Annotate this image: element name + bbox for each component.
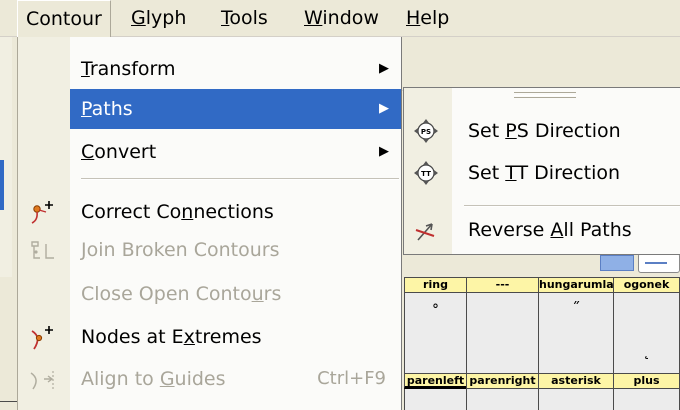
extreme-node-icon [28,323,56,351]
menu-label: Contour [26,8,102,30]
glyph-cell-parenleft[interactable] [404,389,467,410]
menu-tools[interactable]: Tools [213,0,276,37]
menu-separator [81,178,399,180]
submenu-item-label: Set TT Direction [468,162,621,184]
paths-submenu: PS Set PS Direction TT Set TT Direction … [403,87,680,255]
node-plus-icon [28,198,56,226]
menu-item-transform[interactable]: Transform ▶ [18,49,401,89]
window-controls[interactable] [600,253,680,275]
menu-item-join-broken-contours[interactable]: Join Broken Contours [18,230,401,270]
tearoff-handle[interactable] [514,92,576,98]
glyph-cell-ring[interactable]: ˚ [404,293,467,373]
join-contours-icon [28,236,56,264]
glyph-header-hungarumlaut[interactable]: hungarumlaut [538,277,614,293]
menu-item-label: Paths [81,98,133,120]
tt-direction-icon: TT [412,159,440,187]
menu-item-label: Transform [81,58,176,80]
menu-mnemonic: H [406,7,421,29]
submenu-arrow-icon: ▶ [379,144,389,159]
view-toggle-button[interactable] [600,255,634,271]
contour-dropdown-menu: Transform ▶ Paths ▶ Convert ▶ Correct Co… [17,37,402,410]
menu-item-label: Convert [81,141,157,163]
submenu-item-label: Reverse All Paths [468,219,632,241]
menu-item-convert[interactable]: Convert ▶ [18,132,401,172]
submenu-separator [464,205,680,207]
glyph-preview: ˛ [642,341,651,360]
left-panel-selection [0,160,4,210]
glyph-header-ogonek[interactable]: ogonek [613,277,680,293]
zoom-button[interactable] [638,253,680,273]
submenu-item-label: Set PS Direction [468,120,621,142]
menu-item-close-open-contours[interactable]: Close Open Contours [18,274,401,314]
submenu-arrow-icon: ▶ [379,101,389,116]
submenu-item-reverse-all-paths[interactable]: Reverse All Paths [404,210,680,250]
reverse-paths-icon [412,216,440,244]
submenu-arrow-icon: ▶ [379,61,389,76]
menu-item-label: Correct Connections [81,201,274,223]
glyph-preview: ˝ [572,299,580,318]
submenu-item-set-tt-direction[interactable]: TT Set TT Direction [404,153,680,193]
svg-text:PS: PS [421,128,431,136]
menu-item-label: Join Broken Contours [81,239,280,261]
ps-direction-icon: PS [412,117,440,145]
menu-item-label: Nodes at Extremes [81,326,262,348]
menu-contour[interactable]: Contour [17,0,111,37]
glyph-header-empty[interactable]: --- [466,277,539,293]
align-guides-icon [28,365,56,393]
glyph-cell-parenright[interactable] [466,389,539,410]
menu-item-align-to-guides[interactable]: Align to Guides Ctrl+F9 [18,359,401,399]
menu-item-correct-connections[interactable]: Correct Connections [18,192,401,232]
glyph-header-ring[interactable]: ring [404,277,467,293]
glyph-header-asterisk[interactable]: asterisk [538,373,614,389]
menu-item-label: Close Open Contours [81,283,282,305]
menu-mnemonic: W [304,7,323,29]
submenu-item-set-ps-direction[interactable]: PS Set PS Direction [404,111,680,151]
toolbar-band [400,55,680,91]
glyph-preview: ˚ [431,303,440,322]
menu-item-nodes-at-extremes[interactable]: Nodes at Extremes [18,317,401,357]
svg-text:TT: TT [421,170,431,178]
menu-item-label: Align to Guides [81,368,226,390]
glyph-cell-hungarumlaut[interactable]: ˝ [538,293,614,373]
glyph-header-parenleft[interactable]: parenleft [404,373,467,389]
menu-label: elp [420,7,450,29]
menu-window[interactable]: Window [296,0,387,37]
menu-mnemonic: G [131,7,146,29]
glyph-cell-plus[interactable] [613,389,680,410]
glyph-cell-ogonek[interactable]: ˛ [613,293,680,373]
menu-item-paths[interactable]: Paths ▶ [70,89,401,129]
menu-label: lyph [145,7,187,29]
glyph-cell-asterisk[interactable] [538,389,614,410]
menu-glyph[interactable]: Glyph [123,0,194,37]
shortcut-label: Ctrl+F9 [317,368,386,389]
menu-label: ools [229,7,268,29]
glyph-header-parenright[interactable]: parenright [466,373,539,389]
menu-help[interactable]: Help [398,0,457,37]
menu-label: indow [322,7,379,29]
glyph-cell-empty[interactable] [466,293,539,373]
menu-bar: Contour Glyph Tools Window Help [0,0,680,37]
glyph-header-plus[interactable]: plus [613,373,680,389]
